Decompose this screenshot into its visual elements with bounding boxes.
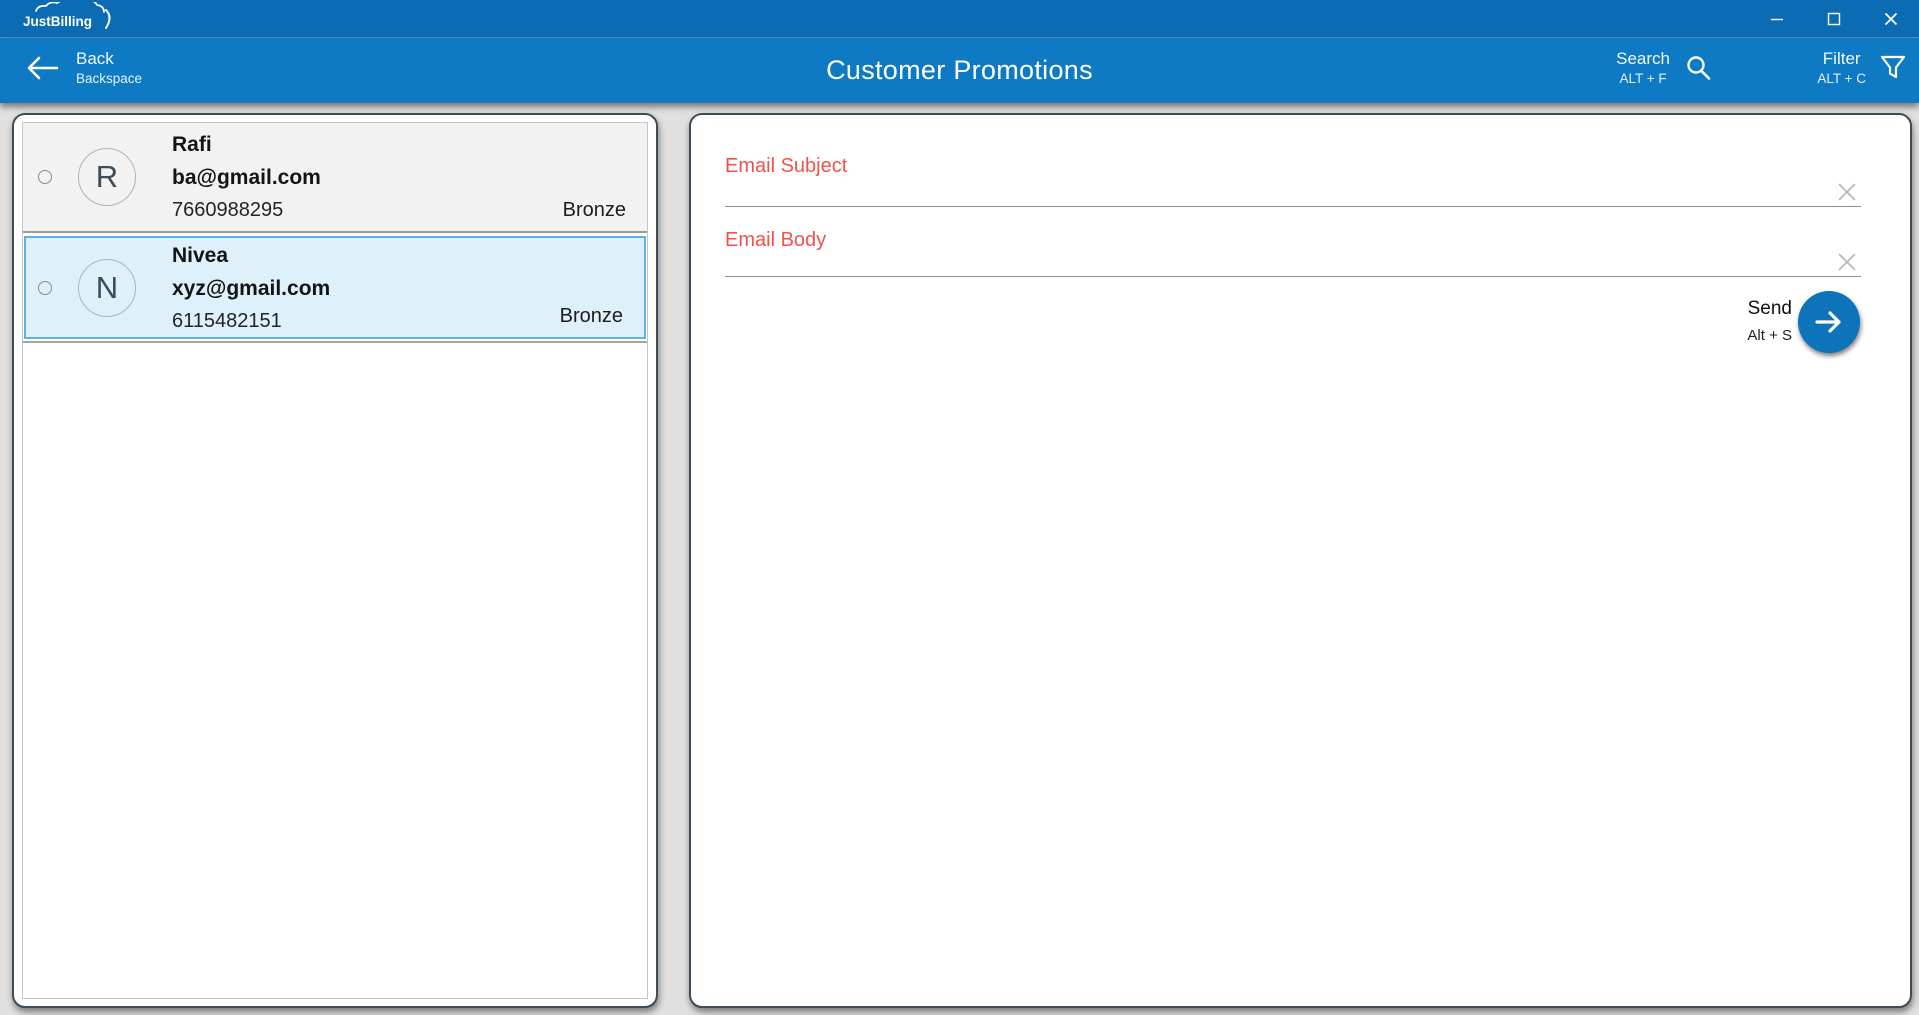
titlebar: JustBilling (0, 0, 1919, 38)
email-form-panel: Email Subject Email Body (689, 113, 1912, 1008)
filter-icon (1880, 54, 1906, 82)
customer-radio[interactable] (38, 281, 52, 295)
clear-subject-button[interactable] (1835, 180, 1859, 204)
maximize-button[interactable] (1805, 0, 1862, 37)
send-label-group[interactable]: Send Alt + S (1747, 297, 1792, 347)
window-controls (1748, 0, 1919, 37)
app-name-text: JustBilling (23, 14, 92, 29)
customer-avatar: N (78, 259, 136, 317)
send-shortcut: Alt + S (1747, 325, 1792, 347)
email-body-field: Email Body (725, 227, 1861, 277)
email-subject-input[interactable] (725, 179, 1821, 206)
search-button[interactable]: Search ALT + F (1616, 48, 1712, 88)
customer-tier-badge: Bronze (560, 305, 623, 328)
search-shortcut: ALT + F (1619, 70, 1666, 88)
maximize-icon (1827, 12, 1841, 26)
customer-row-rafi[interactable]: R Rafi ba@gmail.com 7660988295 Bronze (23, 123, 647, 231)
header: Customer Promotions Back Backspace Searc… (0, 38, 1919, 103)
search-icon (1684, 54, 1712, 82)
customer-email: xyz@gmail.com (172, 272, 330, 305)
main-area: R Rafi ba@gmail.com 7660988295 Bronze N … (0, 103, 1919, 1015)
search-label: Search (1616, 48, 1670, 70)
customer-row-wrapper: R Rafi ba@gmail.com 7660988295 Bronze (23, 123, 647, 233)
customer-name: Rafi (172, 128, 321, 161)
clear-x-icon (1836, 251, 1858, 273)
customer-row-wrapper: N Nivea xyz@gmail.com 6115482151 Bronze (23, 236, 647, 343)
clear-body-button[interactable] (1835, 250, 1859, 274)
customer-radio[interactable] (38, 170, 52, 184)
customer-tier-badge: Bronze (563, 199, 626, 222)
minimize-icon (1770, 12, 1784, 26)
customer-row-nivea[interactable]: N Nivea xyz@gmail.com 6115482151 Bronze (24, 236, 646, 339)
email-body-input[interactable] (725, 253, 1821, 276)
close-icon (1884, 12, 1898, 26)
minimize-button[interactable] (1748, 0, 1805, 37)
back-label: Back (76, 48, 114, 70)
customer-phone: 6115482151 (172, 305, 330, 337)
back-button[interactable]: Back Backspace (24, 48, 142, 88)
customer-list-panel: R Rafi ba@gmail.com 7660988295 Bronze N … (12, 113, 658, 1008)
customer-name: Nivea (172, 239, 330, 272)
app-logo: JustBilling (14, 2, 124, 36)
close-button[interactable] (1862, 0, 1919, 37)
filter-label: Filter (1823, 48, 1861, 70)
send-button[interactable] (1798, 291, 1860, 353)
cloud-icon (36, 2, 104, 12)
customer-list: R Rafi ba@gmail.com 7660988295 Bronze N … (22, 122, 648, 999)
email-subject-field: Email Subject (725, 153, 1861, 207)
customer-phone: 7660988295 (172, 194, 321, 226)
customer-avatar: R (78, 148, 136, 206)
send-arrow-icon (1812, 305, 1846, 339)
send-label: Send (1747, 297, 1792, 321)
email-body-label: Email Body (725, 227, 1861, 253)
clear-x-icon (1836, 181, 1858, 203)
back-arrow-icon (24, 54, 60, 82)
filter-button[interactable]: Filter ALT + C (1817, 48, 1906, 88)
back-shortcut: Backspace (76, 70, 142, 88)
email-subject-label: Email Subject (725, 153, 1861, 179)
filter-shortcut: ALT + C (1817, 70, 1866, 88)
customer-email: ba@gmail.com (172, 161, 321, 194)
